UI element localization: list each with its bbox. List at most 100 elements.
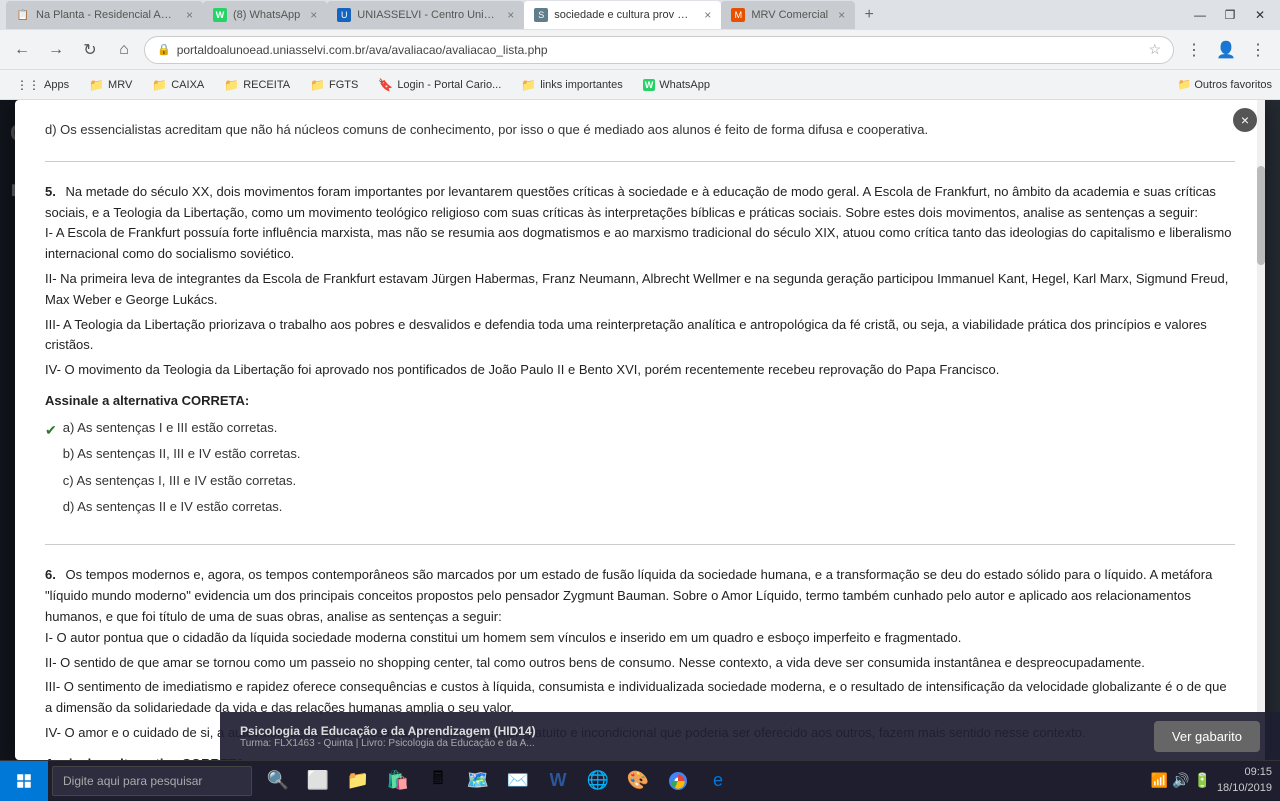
start-button[interactable] <box>0 761 48 801</box>
taskbar-search-icon[interactable]: 🔍 <box>260 763 296 799</box>
bookmark-star[interactable]: ☆ <box>1148 41 1161 58</box>
close-icon: × <box>1241 112 1249 128</box>
tab5-favicon: M <box>731 8 745 22</box>
profile-button[interactable]: 👤 <box>1212 36 1240 64</box>
bookmark-login[interactable]: 🔖 Login - Portal Cario... <box>370 75 509 95</box>
q5-body: Na metade do século XX, dois movimentos … <box>45 184 1216 220</box>
q5-alt-d-text: d) As sentenças II e IV estão corretas. <box>63 497 283 518</box>
q6-number: 6. <box>45 567 56 582</box>
bookmark-fgts[interactable]: 📁 FGTS <box>302 75 366 95</box>
minimize-button[interactable]: — <box>1186 4 1214 26</box>
q5-alt-d[interactable]: ✔ d) As sentenças II e IV estão corretas… <box>45 497 1235 520</box>
title-bar: 📋 Na Planta - Residencial Amaro |... × W… <box>0 0 1280 30</box>
mrv-folder-icon: 📁 <box>89 78 104 92</box>
address-bar[interactable]: 🔒 portaldoalunoead.uniasselvi.com.br/ava… <box>144 36 1174 64</box>
browser-tab-3[interactable]: U UNIASSELVI - Centro Universitár... × <box>327 1 524 29</box>
taskbar-search[interactable]: Digite aqui para pesquisar <box>52 766 252 796</box>
tab3-favicon: U <box>337 8 351 22</box>
tray-battery[interactable]: 🔋 <box>1194 772 1211 789</box>
q5-alt-b[interactable]: ✔ b) As sentenças II, III e IV estão cor… <box>45 444 1235 467</box>
taskbar-ie-icon[interactable]: 🌐 <box>580 763 616 799</box>
scrollbar-track[interactable] <box>1257 100 1265 760</box>
browser-window: 📋 Na Planta - Residencial Amaro |... × W… <box>0 0 1280 760</box>
modal-close-button[interactable]: × <box>1233 108 1257 132</box>
whatsapp-icon: W <box>643 79 656 91</box>
tab4-favicon: S <box>534 8 548 22</box>
nav-right-buttons: ⋮ 👤 ⋮ <box>1180 36 1272 64</box>
bookmark-links[interactable]: 📁 links importantes <box>513 75 631 95</box>
modal-dialog: × d) Os essencialistas acreditam que não… <box>15 100 1265 760</box>
tab1-favicon: 📋 <box>16 8 30 22</box>
nav-bar: ← → ↻ ⌂ 🔒 portaldoalunoead.uniasselvi.co… <box>0 30 1280 70</box>
taskbar-explorer-icon[interactable]: 📁 <box>340 763 376 799</box>
q5-alt-a[interactable]: ✔ a) As sentenças I e III estão corretas… <box>45 418 1235 441</box>
tab2-close[interactable]: × <box>310 8 317 22</box>
taskbar-mail-icon[interactable]: ✉️ <box>500 763 536 799</box>
clock-time: 09:15 <box>1217 765 1272 780</box>
taskbar-task-icon[interactable]: ⬜ <box>300 763 336 799</box>
taskbar-chrome-icon[interactable] <box>660 763 696 799</box>
tab2-label: (8) WhatsApp <box>233 9 300 21</box>
modal-body[interactable]: d) Os essencialistas acreditam que não h… <box>15 100 1265 760</box>
taskbar-edge-icon[interactable]: e <box>700 763 736 799</box>
q6-stmt-1: I- O autor pontua que o cidadão da líqui… <box>45 628 1235 649</box>
taskbar-store-icon[interactable]: 🛍️ <box>380 763 416 799</box>
secure-icon: 🔒 <box>157 43 171 56</box>
tab5-close[interactable]: × <box>838 8 845 22</box>
bookmark-whatsapp[interactable]: W WhatsApp <box>635 76 718 94</box>
browser-tab-4[interactable]: S sociedade e cultura prov 1 unias... × <box>524 1 721 29</box>
q5-stmt-4: IV- O movimento da Teologia da Libertaçã… <box>45 360 1235 381</box>
menu-button[interactable]: ⋮ <box>1244 36 1272 64</box>
scrollbar-thumb[interactable] <box>1257 166 1265 265</box>
bookmark-links-label: links importantes <box>540 79 623 91</box>
caixa-folder-icon: 📁 <box>152 78 167 92</box>
q5-statements: I- A Escola de Frankfurt possuía forte i… <box>45 223 1235 381</box>
q5-alt-a-text: a) As sentenças I e III estão corretas. <box>63 418 278 439</box>
bookmark-mrv[interactable]: 📁 MRV <box>81 75 140 95</box>
extensions-button[interactable]: ⋮ <box>1180 36 1208 64</box>
home-button[interactable]: ⌂ <box>110 36 138 64</box>
browser-tab-2[interactable]: W (8) WhatsApp × <box>203 1 327 29</box>
taskbar-paint-icon[interactable]: 🎨 <box>620 763 656 799</box>
tab4-close[interactable]: × <box>704 8 711 22</box>
system-tray: 📶 🔊 🔋 <box>1151 772 1211 789</box>
address-text: portaldoalunoead.uniasselvi.com.br/ava/a… <box>177 43 1143 57</box>
tab3-close[interactable]: × <box>507 8 514 22</box>
browser-tab-5[interactable]: M MRV Comercial × <box>721 1 855 29</box>
q5-alt-c[interactable]: ✔ c) As sentenças I, III e IV estão corr… <box>45 471 1235 494</box>
apps-icon: ⋮⋮ <box>16 78 40 92</box>
q5-alt-label: Assinale a alternativa CORRETA: <box>45 391 1235 412</box>
bookmark-receita[interactable]: 📁 RECEITA <box>216 75 298 95</box>
question-5: 5. Na metade do século XX, dois moviment… <box>45 182 1235 521</box>
back-button[interactable]: ← <box>8 36 36 64</box>
bookmark-apps-label: Apps <box>44 79 69 91</box>
bookmark-caixa[interactable]: 📁 CAIXA <box>144 75 212 95</box>
maximize-button[interactable]: ❐ <box>1216 4 1244 26</box>
tray-network[interactable]: 📶 <box>1151 772 1168 789</box>
receita-folder-icon: 📁 <box>224 78 239 92</box>
refresh-button[interactable]: ↻ <box>76 36 104 64</box>
links-folder-icon: 📁 <box>521 78 536 92</box>
intro-text: d) Os essencialistas acreditam que não h… <box>45 120 1235 141</box>
forward-button[interactable]: → <box>42 36 70 64</box>
q6-stmt-2: II- O sentido de que amar se tornou como… <box>45 653 1235 674</box>
ver-gabarito-button[interactable]: Ver gabarito <box>1154 721 1260 752</box>
bookmark-apps[interactable]: ⋮⋮ Apps <box>8 75 77 95</box>
tray-volume[interactable]: 🔊 <box>1172 772 1189 789</box>
taskbar-word-icon[interactable]: W <box>540 763 576 799</box>
other-favorites[interactable]: 📁 Outros favoritos <box>1178 78 1272 91</box>
system-clock[interactable]: 09:15 18/10/2019 <box>1217 765 1272 796</box>
course-subtitle: Turma: FLX1463 - Quinta | Livro: Psicolo… <box>240 738 1144 749</box>
q5-stmt-3: III- A Teologia da Libertação priorizava… <box>45 315 1235 357</box>
browser-tab-1[interactable]: 📋 Na Planta - Residencial Amaro |... × <box>6 1 203 29</box>
tab1-close[interactable]: × <box>186 8 193 22</box>
q5-alt-c-text: c) As sentenças I, III e IV estão corret… <box>63 471 296 492</box>
taskbar-calc-icon[interactable]: 🖩 <box>420 763 456 799</box>
close-button[interactable]: ✕ <box>1246 4 1274 26</box>
new-tab-button[interactable]: + <box>855 1 883 29</box>
taskbar-maps-icon[interactable]: 🗺️ <box>460 763 496 799</box>
q5-stmt-2: II- Na primeira leva de integrantes da E… <box>45 269 1235 311</box>
bookmark-login-label: Login - Portal Cario... <box>397 79 501 91</box>
q5-number: 5. <box>45 184 56 199</box>
tab5-label: MRV Comercial <box>751 9 828 21</box>
